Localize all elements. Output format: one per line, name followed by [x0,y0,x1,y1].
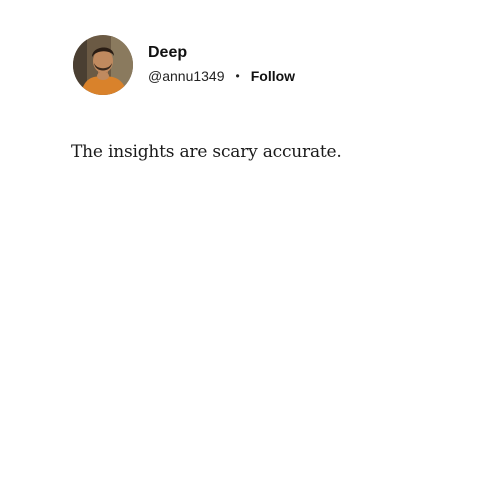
separator-dot: • [235,69,240,83]
avatar-photo-icon [73,35,133,95]
post-card: Deep @annu1349 • Follow The insights are… [0,0,500,500]
user-info: Deep @annu1349 • Follow [148,43,295,85]
post-header: Deep @annu1349 • Follow [73,35,295,95]
author-name[interactable]: Deep [148,43,295,63]
post-body-text: The insights are scary accurate. [71,142,342,162]
follow-button[interactable]: Follow [251,67,295,85]
author-meta: @annu1349 • Follow [148,67,295,85]
author-handle[interactable]: @annu1349 [148,67,225,85]
avatar[interactable] [73,35,133,95]
